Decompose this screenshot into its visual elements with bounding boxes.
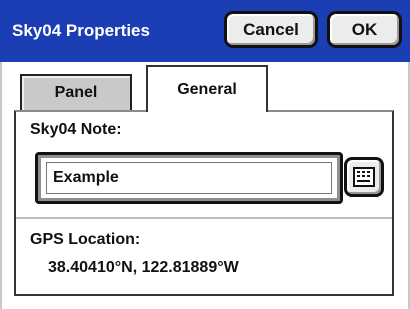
- gps-location-value: 38.40410°N, 122.81889°W: [48, 259, 239, 276]
- section-divider: [16, 217, 392, 219]
- active-tab-joint: [148, 109, 266, 113]
- keyboard-icon: [353, 167, 375, 187]
- gps-location-label: GPS Location:: [30, 231, 141, 248]
- properties-dialog: Sky04 Properties Cancel OK Panel General…: [0, 0, 410, 309]
- note-field-frame: [35, 152, 343, 204]
- note-input[interactable]: [46, 162, 332, 194]
- tab-general[interactable]: General: [146, 65, 268, 112]
- title-bar: Sky04 Properties Cancel OK: [0, 0, 410, 62]
- keyboard-button[interactable]: [344, 157, 384, 197]
- dialog-title: Sky04 Properties: [12, 21, 150, 40]
- tab-panel[interactable]: Panel: [20, 74, 132, 110]
- note-label: Sky04 Note:: [30, 121, 122, 138]
- cancel-button[interactable]: Cancel: [224, 11, 318, 48]
- ok-button[interactable]: OK: [327, 11, 402, 48]
